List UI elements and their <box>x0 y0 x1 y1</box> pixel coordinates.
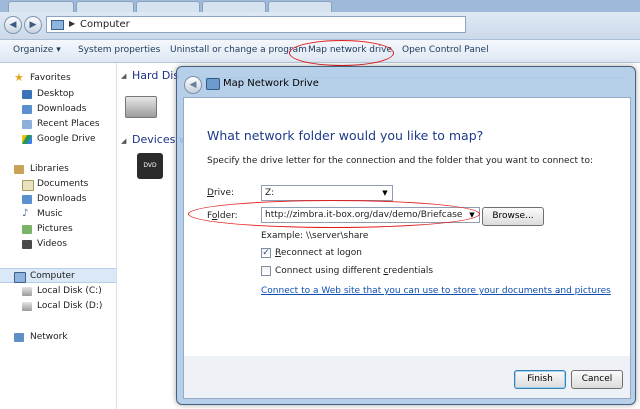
videos-icon <box>22 240 32 249</box>
google-drive-icon <box>22 135 32 144</box>
background-tab[interactable] <box>76 1 134 12</box>
downloads-icon <box>22 195 32 204</box>
reconnect-checkbox[interactable]: ✓ <box>261 248 271 258</box>
system-properties-button[interactable]: System properties <box>78 45 160 55</box>
computer-icon <box>14 272 26 283</box>
hard-drive-icon <box>22 287 32 296</box>
nav-google-drive[interactable]: Google Drive <box>0 132 116 147</box>
example-text: Example: \\server\share <box>261 231 369 241</box>
dvd-drive-icon[interactable]: DVD <box>137 153 163 179</box>
address-bar-area: ◀ ▶ ▶ Computer <box>0 12 640 40</box>
nav-videos[interactable]: Videos <box>0 237 116 252</box>
organize-button[interactable]: Organize ▾ <box>13 45 61 55</box>
checkmark-icon: ✓ <box>262 248 270 258</box>
nav-downloads[interactable]: Downloads <box>0 102 116 117</box>
map-network-drive-dialog: ◀ Map Network Drive What network folder … <box>176 66 636 405</box>
cancel-button[interactable]: Cancel <box>571 370 623 389</box>
drive-letter-select[interactable]: Z: ▼ <box>261 185 393 201</box>
recent-places-icon <box>22 120 32 129</box>
reconnect-label[interactable]: Reconnect at logon <box>275 248 362 258</box>
nav-desktop[interactable]: Desktop <box>0 87 116 102</box>
nav-local-disk-c[interactable]: Local Disk (C:) <box>0 284 116 299</box>
hard-drive-icon <box>22 302 32 311</box>
nav-computer[interactable]: Computer <box>0 268 116 283</box>
open-control-panel-button[interactable]: Open Control Panel <box>402 45 489 55</box>
collapse-arrow-icon[interactable]: ◢ <box>121 72 126 80</box>
nav-favorites[interactable]: ★ Favorites <box>0 71 116 86</box>
credentials-label[interactable]: Connect using different credentials <box>275 266 433 276</box>
dialog-title: Map Network Drive <box>223 78 319 89</box>
nav-library-downloads[interactable]: Downloads <box>0 192 116 207</box>
breadcrumb-separator-icon[interactable]: ▶ <box>69 19 75 28</box>
nav-recent-places[interactable]: Recent Places <box>0 117 116 132</box>
hard-drive-icon[interactable] <box>125 96 157 118</box>
nav-documents[interactable]: Documents <box>0 177 116 192</box>
dialog-instruction: Specify the drive letter for the connect… <box>207 156 594 166</box>
group-header-hard-disk[interactable]: Hard Dis <box>132 69 179 82</box>
network-icon <box>14 333 24 342</box>
nav-network[interactable]: Network <box>0 330 116 345</box>
forward-button[interactable]: ▶ <box>24 16 42 34</box>
chevron-down-icon: ▼ <box>469 211 475 219</box>
back-button[interactable]: ◀ <box>4 16 22 34</box>
collapse-arrow-icon[interactable]: ◢ <box>121 137 126 145</box>
chevron-down-icon: ▾ <box>56 45 61 55</box>
dialog-back-button[interactable]: ◀ <box>184 76 202 94</box>
nav-music[interactable]: ♪ Music <box>0 207 116 222</box>
desktop-icon <box>22 90 32 99</box>
libraries-icon <box>14 165 24 174</box>
uninstall-program-button[interactable]: Uninstall or change a program <box>170 45 307 55</box>
dialog-footer: Finish Cancel <box>183 356 631 399</box>
star-icon: ★ <box>14 71 24 84</box>
command-toolbar: Organize ▾ System properties Uninstall o… <box>0 40 640 63</box>
address-box[interactable]: ▶ Computer <box>46 16 466 33</box>
pictures-icon <box>22 225 32 234</box>
credentials-checkbox[interactable] <box>261 266 271 276</box>
nav-pictures[interactable]: Pictures <box>0 222 116 237</box>
downloads-icon <box>22 105 32 114</box>
nav-libraries[interactable]: Libraries <box>0 162 116 177</box>
chevron-down-icon: ▼ <box>382 189 388 197</box>
finish-button[interactable]: Finish <box>514 370 566 389</box>
folder-label: Folder: <box>207 211 238 221</box>
background-tab[interactable] <box>202 1 266 12</box>
network-drive-icon <box>206 78 220 90</box>
navigation-pane: ★ Favorites Desktop Downloads Recent Pla… <box>0 63 117 409</box>
drive-label: Drive: <box>207 188 235 198</box>
browse-button[interactable]: Browse... <box>482 207 544 226</box>
background-tab[interactable] <box>136 1 200 12</box>
background-tab[interactable] <box>8 1 74 12</box>
music-icon: ♪ <box>22 208 29 219</box>
documents-icon <box>22 180 34 191</box>
dialog-titlebar: ◀ Map Network Drive <box>177 67 635 97</box>
web-link-period: . <box>557 286 560 296</box>
dialog-body: What network folder would you like to ma… <box>183 97 631 357</box>
computer-icon <box>51 20 64 30</box>
dialog-heading: What network folder would you like to ma… <box>207 128 484 143</box>
background-tab-strip <box>0 0 640 12</box>
nav-local-disk-d[interactable]: Local Disk (D:) <box>0 299 116 314</box>
folder-path-combobox[interactable]: http://zimbra.it-box.org/dav/demo/Briefc… <box>261 207 480 223</box>
map-network-drive-button[interactable]: Map network drive <box>308 45 392 55</box>
background-tab[interactable] <box>268 1 332 12</box>
breadcrumb-computer[interactable]: Computer <box>80 19 130 30</box>
